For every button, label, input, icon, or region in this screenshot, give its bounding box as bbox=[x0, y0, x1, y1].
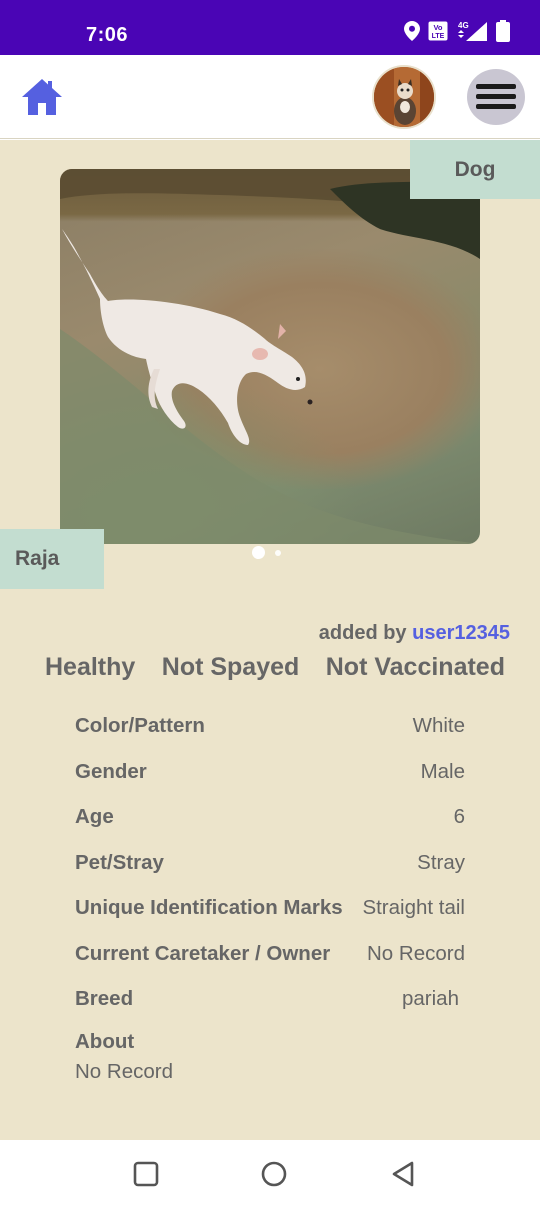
detail-value: pariah bbox=[402, 987, 459, 1010]
user-avatar[interactable] bbox=[372, 65, 436, 129]
location-icon bbox=[404, 21, 420, 41]
pet-type-tag: Dog bbox=[410, 140, 540, 199]
system-home-button[interactable] bbox=[260, 1160, 288, 1188]
detail-row-identification-marks: Unique Identification Marks Straight tai… bbox=[75, 892, 465, 938]
pet-status-row: Healthy Not Spayed Not Vaccinated bbox=[45, 653, 505, 682]
home-button[interactable] bbox=[20, 77, 64, 117]
vaccination-status: Not Vaccinated bbox=[325, 653, 505, 681]
detail-value: Male bbox=[420, 759, 465, 783]
detail-value: No Record bbox=[367, 941, 465, 965]
hamburger-menu-icon bbox=[476, 94, 516, 99]
home-circle-icon bbox=[261, 1161, 287, 1187]
carousel-dots bbox=[252, 546, 281, 559]
detail-label: Color/Pattern bbox=[75, 714, 205, 737]
health-status: Healthy bbox=[45, 653, 136, 681]
detail-label: Unique Identification Marks bbox=[75, 896, 343, 919]
status-bar: 7:06 Vo LTE 4G bbox=[0, 0, 540, 55]
detail-label: Age bbox=[75, 805, 114, 828]
detail-label: Gender bbox=[75, 759, 147, 783]
pet-details: Color/Pattern White Gender Male Age 6 Pe… bbox=[75, 710, 465, 1084]
carousel-dot[interactable] bbox=[275, 549, 281, 556]
back-triangle-icon bbox=[392, 1161, 414, 1187]
spay-status: Not Spayed bbox=[161, 653, 300, 681]
about-label: About bbox=[75, 1029, 135, 1053]
recents-button[interactable] bbox=[132, 1160, 160, 1188]
detail-value: 6 bbox=[453, 805, 465, 828]
home-icon bbox=[22, 79, 62, 115]
svg-text:4G: 4G bbox=[458, 21, 469, 30]
menu-button[interactable] bbox=[467, 69, 525, 125]
detail-row-pet-stray: Pet/Stray Stray bbox=[75, 847, 465, 893]
detail-label: Pet/Stray bbox=[75, 850, 164, 874]
pet-profile: Dog Raja added by user12345 Healthy Not … bbox=[0, 140, 540, 1140]
volte-icon: Vo LTE bbox=[428, 21, 448, 41]
about-value: No Record bbox=[75, 1059, 173, 1083]
added-by: added by user12345 bbox=[319, 622, 510, 645]
svg-text:LTE: LTE bbox=[432, 33, 445, 40]
detail-row-caretaker: Current Caretaker / Owner No Record bbox=[75, 938, 465, 984]
detail-label: Current Caretaker / Owner bbox=[75, 941, 331, 965]
detail-value: Stray bbox=[417, 850, 465, 874]
detail-label: Breed bbox=[75, 987, 134, 1010]
app-bar bbox=[0, 55, 540, 139]
cat-avatar-icon bbox=[374, 67, 434, 127]
added-by-label: added by bbox=[318, 622, 407, 644]
carousel-dot-active[interactable] bbox=[252, 546, 265, 559]
4g-signal-icon: 4G bbox=[458, 21, 487, 41]
detail-value: White bbox=[412, 714, 465, 737]
pet-photo[interactable] bbox=[60, 169, 480, 544]
detail-row-color: Color/Pattern White bbox=[75, 710, 465, 756]
detail-row-breed: Breed pariah bbox=[75, 983, 465, 1029]
detail-value: Straight tail bbox=[362, 896, 465, 919]
back-button[interactable] bbox=[390, 1160, 418, 1188]
detail-row-gender: Gender Male bbox=[75, 756, 465, 802]
hamburger-menu-icon bbox=[476, 104, 516, 109]
recents-square-icon bbox=[133, 1161, 159, 1187]
status-icons: Vo LTE 4G bbox=[404, 20, 510, 42]
added-by-user-link[interactable]: user12345 bbox=[412, 622, 510, 644]
system-nav-bar bbox=[0, 1140, 540, 1206]
detail-row-age: Age 6 bbox=[75, 801, 465, 847]
status-time: 7:06 bbox=[86, 24, 129, 46]
battery-icon bbox=[496, 20, 510, 42]
pet-name-tag: Raja bbox=[0, 529, 104, 589]
hamburger-menu-icon bbox=[476, 84, 516, 89]
dog-image bbox=[60, 169, 480, 544]
svg-text:Vo: Vo bbox=[433, 23, 442, 32]
